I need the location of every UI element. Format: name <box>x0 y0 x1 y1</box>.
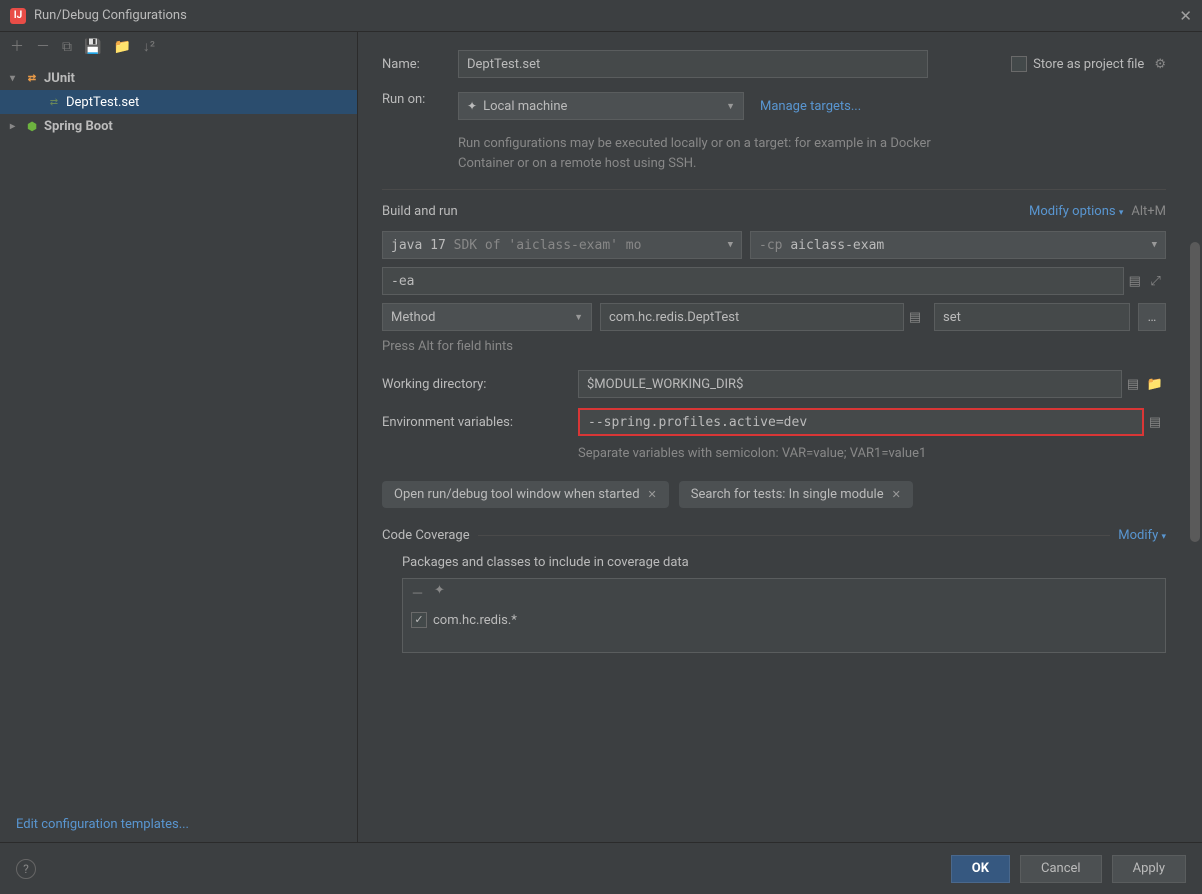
store-as-project-label: Store as project file <box>1033 57 1144 72</box>
scrollbar[interactable] <box>1190 242 1200 542</box>
tree-node-springboot[interactable]: ▸ ⬢ Spring Boot <box>0 114 357 138</box>
window-title: Run/Debug Configurations <box>34 8 1179 23</box>
history-icon[interactable]: ▤ <box>904 303 926 331</box>
chevron-down-icon: ▼ <box>574 312 583 323</box>
chevron-down-icon: ▼ <box>726 101 735 112</box>
sidebar: ＋ － ⧉ 💾 📁 ↓² ▾ ⇄ JUnit ⇄ DeptTest.set ▸ … <box>0 32 358 842</box>
add-coverage-icon[interactable]: ✦ <box>434 583 445 602</box>
manage-targets-link[interactable]: Manage targets... <box>760 99 861 114</box>
env-vars-hint: Separate variables with semicolon: VAR=v… <box>578 446 1166 461</box>
junit-icon: ⇄ <box>24 73 40 84</box>
env-vars-input[interactable] <box>578 408 1144 436</box>
test-kind-value: Method <box>391 310 435 325</box>
working-dir-label: Working directory: <box>382 377 578 392</box>
chevron-right-icon: ▸ <box>10 121 24 132</box>
spring-icon: ⬢ <box>24 120 40 133</box>
folder-icon[interactable]: 📁 <box>1144 370 1166 398</box>
sort-config-icon[interactable]: ↓² <box>143 40 155 54</box>
vm-options-input[interactable] <box>382 267 1124 295</box>
cancel-button[interactable]: Cancel <box>1020 855 1102 883</box>
edit-templates-link[interactable]: Edit configuration templates... <box>0 807 357 842</box>
cp-value: -cp aiclass-exam <box>759 238 884 253</box>
history-icon[interactable]: ▤ <box>1122 370 1144 398</box>
folder-config-icon[interactable]: 📁 <box>113 40 130 54</box>
env-vars-label: Environment variables: <box>382 415 578 430</box>
home-icon: ✦ <box>467 99 477 113</box>
remove-pill-icon[interactable]: ✕ <box>648 488 657 501</box>
store-as-project-checkbox[interactable] <box>1011 56 1027 72</box>
tree-label: JUnit <box>44 71 75 86</box>
code-coverage-title: Code Coverage <box>382 528 470 543</box>
build-run-title: Build and run <box>382 204 458 219</box>
working-dir-input[interactable] <box>578 370 1122 398</box>
tree-label: Spring Boot <box>44 119 113 134</box>
run-on-label: Run on: <box>382 92 458 107</box>
title-bar: IJ Run/Debug Configurations ✕ <box>0 0 1202 32</box>
dialog-footer: ? OK Cancel Apply <box>0 842 1202 894</box>
config-toolbar: ＋ － ⧉ 💾 📁 ↓² <box>0 32 357 62</box>
tree-label: DeptTest.set <box>66 95 139 110</box>
chevron-down-icon: ▼ <box>728 240 733 250</box>
run-on-combo[interactable]: ✦ Local machine ▼ <box>458 92 744 120</box>
remove-coverage-icon[interactable]: － <box>411 583 424 602</box>
pill-label: Search for tests: In single module <box>691 487 884 502</box>
gear-icon[interactable]: ⚙ <box>1154 57 1166 72</box>
jdk-combo[interactable]: java 17 SDK of 'aiclass-exam' mo ▼ <box>382 231 742 259</box>
history-icon[interactable]: ▤ <box>1124 267 1145 295</box>
tree-node-depttest[interactable]: ⇄ DeptTest.set <box>0 90 357 114</box>
test-kind-combo[interactable]: Method ▼ <box>382 303 592 331</box>
test-file-icon: ⇄ <box>46 97 62 108</box>
classpath-combo[interactable]: -cp aiclass-exam ▼ <box>750 231 1166 259</box>
remove-pill-icon[interactable]: ✕ <box>892 488 901 501</box>
coverage-item-checkbox[interactable] <box>411 612 427 628</box>
coverage-item[interactable]: com.hc.redis.* <box>409 608 1159 632</box>
help-icon[interactable]: ? <box>16 859 36 879</box>
expand-icon[interactable]: ⤢ <box>1145 267 1166 295</box>
coverage-modify-link[interactable]: Modify ▾ <box>1118 528 1166 543</box>
run-on-value: Local machine <box>483 99 567 114</box>
tree-node-junit[interactable]: ▾ ⇄ JUnit <box>0 66 357 90</box>
browse-method-button[interactable]: … <box>1138 303 1166 331</box>
name-input[interactable] <box>458 50 928 78</box>
history-icon[interactable]: ▤ <box>1144 408 1166 436</box>
remove-config-icon[interactable]: － <box>36 40 50 54</box>
coverage-box: － ✦ com.hc.redis.* <box>402 578 1166 653</box>
field-hints: Press Alt for field hints <box>382 339 1166 354</box>
ok-button[interactable]: OK <box>951 855 1010 883</box>
save-config-icon[interactable]: 💾 <box>84 40 101 54</box>
app-icon: IJ <box>10 8 26 24</box>
config-tree: ▾ ⇄ JUnit ⇄ DeptTest.set ▸ ⬢ Spring Boot <box>0 62 357 807</box>
jdk-value: java 17 SDK of 'aiclass-exam' mo <box>391 238 641 253</box>
coverage-item-label: com.hc.redis.* <box>433 613 517 628</box>
apply-button[interactable]: Apply <box>1112 855 1186 883</box>
coverage-subtitle: Packages and classes to include in cover… <box>402 555 1166 570</box>
chevron-down-icon: ▾ <box>10 73 24 84</box>
name-label: Name: <box>382 57 458 72</box>
config-form: Name: Store as project file ⚙ Run on: ✦ … <box>358 32 1202 842</box>
test-class-input[interactable] <box>600 303 904 331</box>
option-pill-search-tests[interactable]: Search for tests: In single module ✕ <box>679 481 913 508</box>
modify-options-link[interactable]: Modify options ▾ <box>1029 204 1123 219</box>
chevron-down-icon: ▼ <box>1152 240 1157 250</box>
run-on-hint: Run configurations may be executed local… <box>458 134 978 173</box>
alt-m-hint: Alt+M <box>1131 204 1166 219</box>
add-config-icon[interactable]: ＋ <box>10 40 24 54</box>
copy-config-icon[interactable]: ⧉ <box>62 40 72 54</box>
option-pill-open-tool-window[interactable]: Open run/debug tool window when started … <box>382 481 669 508</box>
close-icon[interactable]: ✕ <box>1179 7 1192 25</box>
test-method-input[interactable] <box>934 303 1130 331</box>
pill-label: Open run/debug tool window when started <box>394 487 640 502</box>
